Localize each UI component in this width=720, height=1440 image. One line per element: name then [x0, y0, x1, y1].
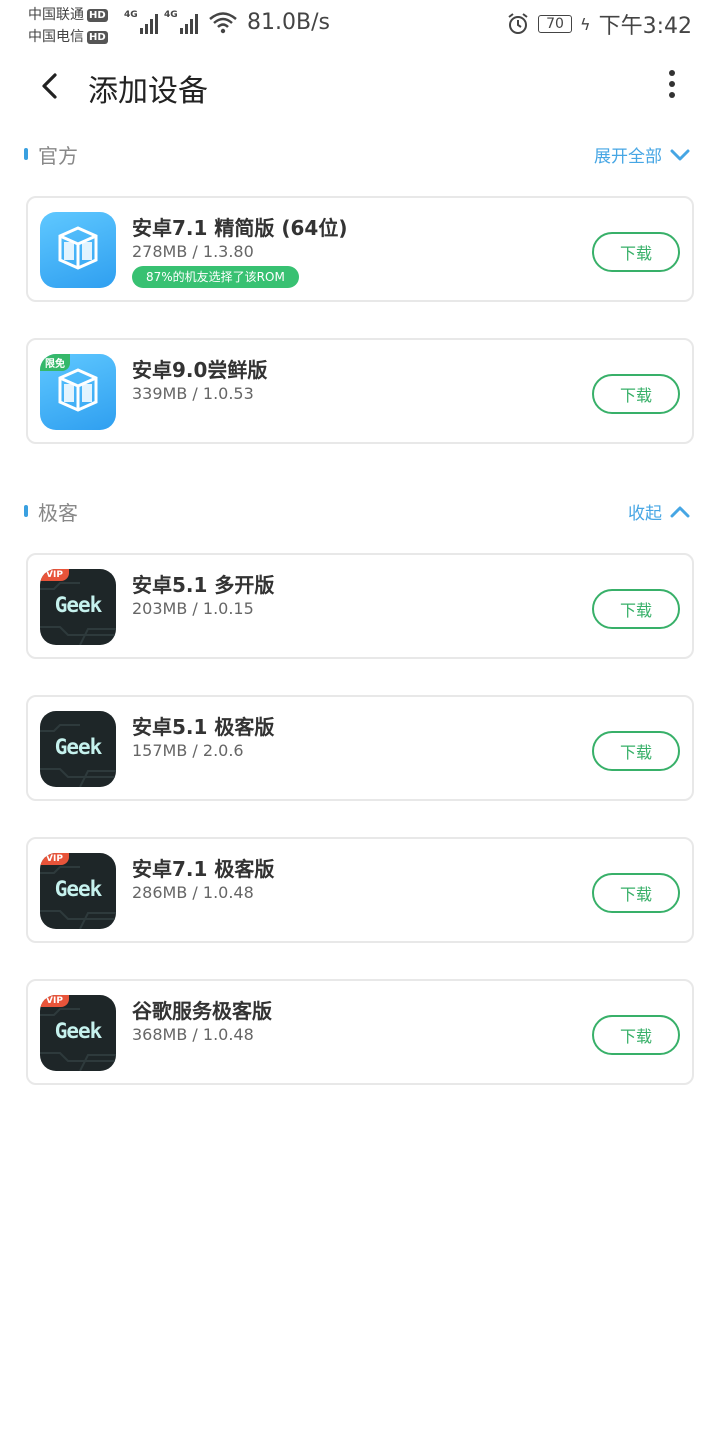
section-header-geek: 极客 收起 — [24, 497, 696, 527]
download-button[interactable]: 下载 — [592, 731, 680, 771]
section-label: 官方 — [38, 144, 78, 168]
section-marker — [24, 148, 28, 160]
signal-icon: 4G — [164, 10, 198, 34]
section-marker — [24, 505, 28, 517]
rom-name: 安卓7.1 极客版 — [132, 857, 275, 881]
vip-tag: VIP — [40, 995, 69, 1007]
rom-name: 安卓5.1 多开版 — [132, 573, 275, 597]
rom-size-version: 339MB / 1.0.53 — [132, 384, 254, 403]
download-button[interactable]: 下载 — [592, 873, 680, 913]
rom-name: 谷歌服务极客版 — [132, 999, 272, 1023]
rom-card[interactable]: Geek 安卓5.1 极客版 157MB / 2.0.6 下载 — [26, 695, 694, 801]
rom-card[interactable]: Geek VIP 谷歌服务极客版 368MB / 1.0.48 下载 — [26, 979, 694, 1085]
network-speed: 81.0B/s — [247, 10, 330, 35]
section-header-official: 官方 展开全部 — [24, 140, 696, 170]
clock: 下午3:42 — [598, 14, 692, 39]
carrier-2: 中国电信 — [28, 29, 84, 45]
geek-icon: Geek — [40, 711, 116, 787]
battery-icon: 70 — [538, 15, 573, 33]
rom-size-version: 286MB / 1.0.48 — [132, 883, 254, 902]
section-label: 极客 — [38, 501, 78, 525]
status-bar: 中国联通 HD 中国电信 HD 4G 4G 81.0B/s 70 ϟ 下午3:42 — [0, 0, 720, 50]
popularity-badge: 87%的机友选择了该ROM — [132, 266, 299, 288]
free-tag: 限免 — [40, 354, 70, 371]
geek-icon: Geek VIP — [40, 853, 116, 929]
expand-all-label: 展开全部 — [594, 147, 662, 167]
signal-icon: 4G — [124, 10, 158, 34]
carrier-info: 中国联通 HD 中国电信 HD — [28, 4, 108, 48]
collapse-label: 收起 — [628, 504, 662, 524]
rom-size-version: 157MB / 2.0.6 — [132, 741, 244, 760]
geek-logo-text: Geek — [54, 593, 103, 617]
wifi-icon — [209, 12, 237, 34]
geek-logo-text: Geek — [54, 1019, 103, 1043]
vmos-cube-icon — [40, 212, 116, 288]
vmos-cube-icon: 限免 — [40, 354, 116, 430]
rom-name: 安卓5.1 极客版 — [132, 715, 275, 739]
more-options-icon[interactable] — [664, 66, 680, 106]
download-button[interactable]: 下载 — [592, 374, 680, 414]
rom-name: 安卓7.1 精简版 (64位) — [132, 216, 348, 240]
geek-logo-text: Geek — [54, 735, 103, 759]
rom-card[interactable]: Geek VIP 安卓7.1 极客版 286MB / 1.0.48 下载 — [26, 837, 694, 943]
hd-badge: HD — [87, 8, 108, 22]
rom-card[interactable]: Geek VIP 安卓5.1 多开版 203MB / 1.0.15 下载 — [26, 553, 694, 659]
hd-badge: HD — [87, 30, 108, 44]
charging-icon: ϟ — [580, 14, 591, 34]
geek-icon: Geek VIP — [40, 995, 116, 1071]
rom-size-version: 278MB / 1.3.80 — [132, 242, 254, 261]
download-button[interactable]: 下载 — [592, 232, 680, 272]
geek-icon: Geek VIP — [40, 569, 116, 645]
chevron-up-icon — [670, 506, 690, 517]
collapse-toggle[interactable]: 收起 — [628, 499, 690, 524]
expand-all-toggle[interactable]: 展开全部 — [594, 142, 690, 167]
app-header: 添加设备 — [0, 56, 720, 116]
page-title: 添加设备 — [88, 74, 208, 109]
carrier-1: 中国联通 — [28, 7, 84, 23]
download-button[interactable]: 下载 — [592, 1015, 680, 1055]
download-button[interactable]: 下载 — [592, 589, 680, 629]
rom-size-version: 368MB / 1.0.48 — [132, 1025, 254, 1044]
rom-card[interactable]: 限免 安卓9.0尝鲜版 339MB / 1.0.53 下载 — [26, 338, 694, 444]
signal-indicators: 4G 4G — [124, 10, 238, 34]
rom-size-version: 203MB / 1.0.15 — [132, 599, 254, 618]
vip-tag: VIP — [40, 569, 69, 581]
back-arrow-icon[interactable] — [36, 70, 66, 102]
rom-card[interactable]: 安卓7.1 精简版 (64位) 278MB / 1.3.80 87%的机友选择了… — [26, 196, 694, 302]
alarm-icon — [508, 13, 528, 34]
vip-tag: VIP — [40, 853, 69, 865]
chevron-down-icon — [670, 149, 690, 160]
rom-name: 安卓9.0尝鲜版 — [132, 358, 268, 382]
geek-logo-text: Geek — [54, 877, 103, 901]
